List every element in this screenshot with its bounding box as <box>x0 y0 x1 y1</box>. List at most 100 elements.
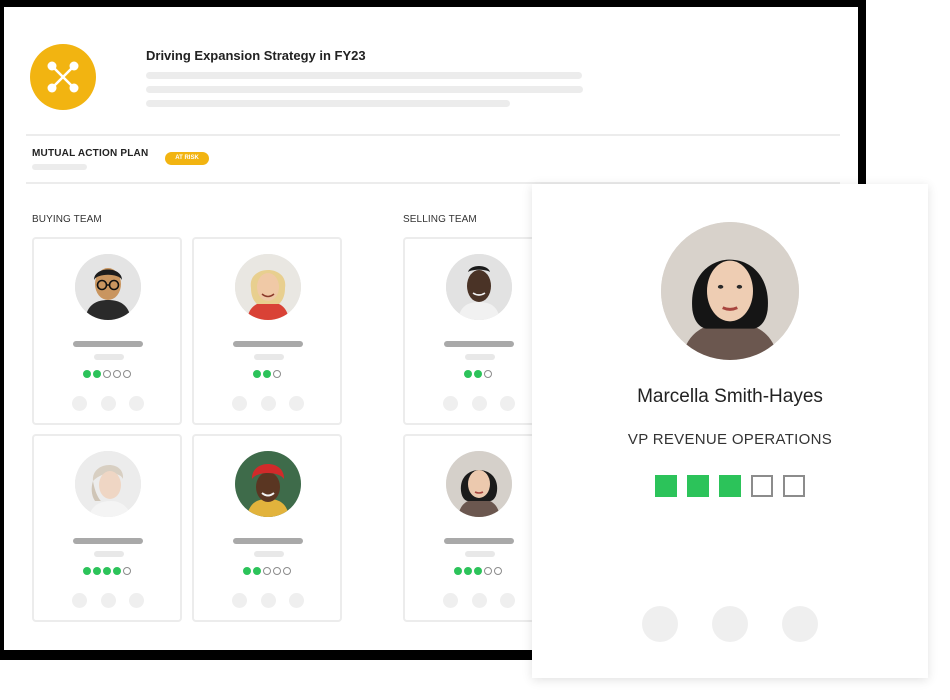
person-avatar-blonde-icon <box>235 254 301 320</box>
rating-dot-filled <box>464 370 472 378</box>
role-placeholder <box>254 354 284 360</box>
rating-dot-empty <box>263 567 271 575</box>
card-actions <box>72 396 144 411</box>
name-placeholder <box>233 538 303 544</box>
card-actions <box>232 396 304 411</box>
engagement-rating <box>34 567 180 575</box>
buying-team-label: BUYING TEAM <box>32 214 102 225</box>
name-placeholder <box>73 341 143 347</box>
person-avatar-glasses-icon <box>75 254 141 320</box>
team-member-card[interactable] <box>32 237 182 425</box>
rating-dot-filled <box>719 475 741 497</box>
rating-dot-filled <box>687 475 709 497</box>
engagement-rating <box>194 567 340 575</box>
rating-dot-filled <box>93 370 101 378</box>
rating-dot-empty <box>273 370 281 378</box>
action-button[interactable] <box>289 396 304 411</box>
rating-dot-filled <box>253 567 261 575</box>
action-button[interactable] <box>289 593 304 608</box>
action-button[interactable] <box>471 396 487 411</box>
person-avatar-profile-icon <box>75 451 141 517</box>
rating-dot-filled <box>474 567 482 575</box>
team-member-card[interactable] <box>403 237 553 425</box>
selling-team-label: SELLING TEAM <box>403 214 477 225</box>
action-button[interactable] <box>782 606 818 642</box>
rating-dot-empty <box>484 567 492 575</box>
plan-placeholder-line <box>32 164 87 170</box>
name-placeholder <box>73 538 143 544</box>
description-placeholder-line <box>146 86 583 93</box>
team-member-card[interactable] <box>192 434 342 622</box>
mutual-action-plan-label[interactable]: MUTUAL ACTION PLAN <box>32 148 148 159</box>
card-actions <box>232 593 304 608</box>
person-avatar-headwrap-icon <box>235 451 301 517</box>
role-placeholder <box>465 354 495 360</box>
role-placeholder <box>465 551 495 557</box>
action-button[interactable] <box>72 593 87 608</box>
role-placeholder <box>94 354 124 360</box>
action-button[interactable] <box>232 396 247 411</box>
rating-dot-empty <box>494 567 502 575</box>
action-button[interactable] <box>642 606 678 642</box>
engagement-rating <box>34 370 180 378</box>
rating-dot-empty <box>103 370 111 378</box>
rating-dot-empty <box>751 475 773 497</box>
network-nodes-icon <box>30 44 96 110</box>
divider <box>26 134 840 136</box>
name-placeholder <box>444 538 514 544</box>
rating-dot-filled <box>263 370 271 378</box>
card-actions <box>72 593 144 608</box>
rating-dot-filled <box>474 370 482 378</box>
member-detail-card: Marcella Smith-Hayes VP REVENUE OPERATIO… <box>532 184 928 678</box>
rating-dot-empty <box>113 370 121 378</box>
action-button[interactable] <box>260 396 276 411</box>
rating-dot-empty <box>783 475 805 497</box>
detail-actions <box>642 606 818 642</box>
team-member-card[interactable] <box>403 434 553 622</box>
rating-dot-empty <box>484 370 492 378</box>
action-button[interactable] <box>500 593 515 608</box>
team-member-card[interactable] <box>32 434 182 622</box>
engagement-rating <box>194 370 340 378</box>
strategy-title: Driving Expansion Strategy in FY23 <box>146 48 366 63</box>
action-button[interactable] <box>443 593 458 608</box>
person-avatar-man-icon <box>446 254 512 320</box>
action-button[interactable] <box>443 396 458 411</box>
person-job-title: VP REVENUE OPERATIONS <box>627 431 833 448</box>
engagement-rating <box>405 567 551 575</box>
action-button[interactable] <box>712 606 748 642</box>
action-button[interactable] <box>100 396 116 411</box>
rating-dot-filled <box>113 567 121 575</box>
action-button[interactable] <box>100 593 116 608</box>
person-avatar-woman-icon <box>446 451 512 517</box>
rating-dot-filled <box>253 370 261 378</box>
person-avatar-woman-icon <box>661 222 799 360</box>
action-button[interactable] <box>500 396 515 411</box>
rating-dot-empty <box>123 370 131 378</box>
role-placeholder <box>254 551 284 557</box>
action-button[interactable] <box>260 593 276 608</box>
action-button[interactable] <box>471 593 487 608</box>
name-placeholder <box>444 341 514 347</box>
rating-dot-filled <box>454 567 462 575</box>
rating-dot-filled <box>83 370 91 378</box>
team-member-card[interactable] <box>192 237 342 425</box>
engagement-rating <box>405 370 551 378</box>
description-placeholder-line <box>146 100 510 107</box>
role-placeholder <box>94 551 124 557</box>
card-actions <box>443 396 515 411</box>
rating-dot-filled <box>103 567 111 575</box>
action-button[interactable] <box>232 593 247 608</box>
rating-dot-empty <box>123 567 131 575</box>
action-button[interactable] <box>129 593 144 608</box>
card-actions <box>443 593 515 608</box>
rating-dot-empty <box>283 567 291 575</box>
status-badge: AT RISK <box>165 152 209 165</box>
rating-dot-filled <box>655 475 677 497</box>
name-placeholder <box>233 341 303 347</box>
action-button[interactable] <box>129 396 144 411</box>
person-name: Marcella Smith-Hayes <box>637 386 823 407</box>
rating-dot-filled <box>93 567 101 575</box>
rating-dot-filled <box>243 567 251 575</box>
action-button[interactable] <box>72 396 87 411</box>
